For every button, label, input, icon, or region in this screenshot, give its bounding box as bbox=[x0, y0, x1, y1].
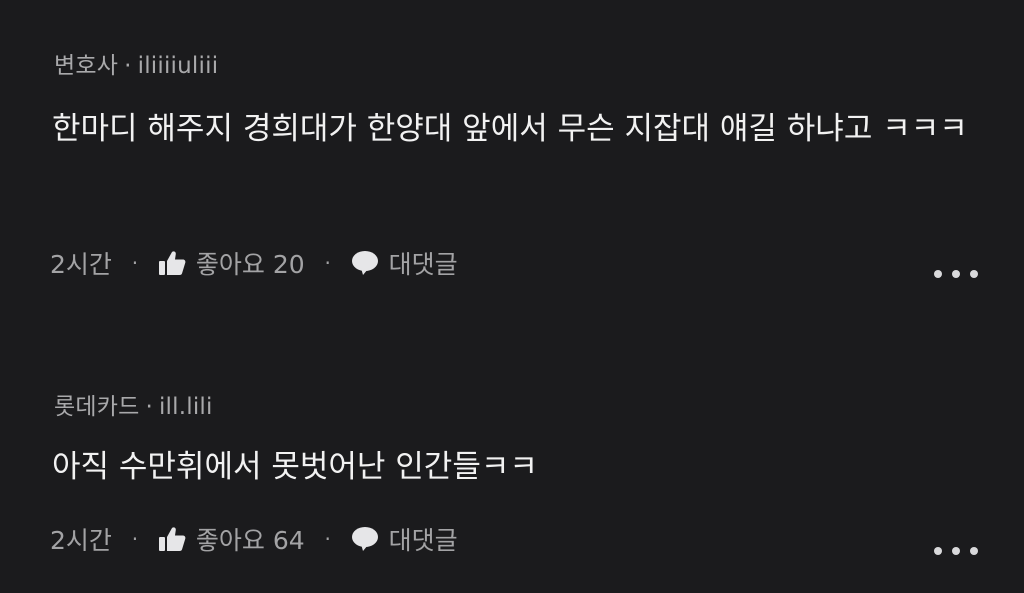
more-dots-icon bbox=[970, 270, 978, 278]
more-dots-icon bbox=[970, 547, 978, 555]
comment-text: 아직 수만휘에서 못벗어난 인간들ㅋㅋ bbox=[52, 449, 538, 485]
more-options-button[interactable] bbox=[934, 541, 978, 561]
user-id: iliiiiuliii bbox=[137, 53, 219, 79]
comment-time: 2시간 bbox=[50, 526, 112, 555]
thumbs-up-icon bbox=[158, 251, 186, 275]
speech-bubble-icon bbox=[351, 251, 378, 275]
reply-label: 대댓글 bbox=[388, 250, 458, 279]
author-name[interactable]: 변호사 bbox=[54, 53, 118, 79]
comment-actions: 2시간 · 좋아요 20 · 대댓글 bbox=[50, 245, 458, 281]
comment-meta: 변호사 · iliiiiuliii bbox=[54, 46, 218, 80]
more-dots-icon bbox=[952, 547, 960, 555]
thumbs-up-icon bbox=[158, 527, 186, 551]
comment-meta: 롯데카드 · ill.lili bbox=[54, 387, 213, 421]
like-button[interactable]: 좋아요 64 bbox=[158, 521, 305, 557]
meta-separator: · bbox=[124, 53, 132, 79]
action-separator: · bbox=[131, 251, 139, 275]
action-separator: · bbox=[324, 527, 331, 551]
reply-button[interactable]: 대댓글 bbox=[351, 245, 458, 281]
likes-label: 좋아요 20 bbox=[195, 250, 305, 279]
likes-label: 좋아요 64 bbox=[195, 526, 305, 555]
more-dots-icon bbox=[952, 270, 960, 278]
author-name[interactable]: 롯데카드 bbox=[54, 394, 139, 420]
like-button[interactable]: 좋아요 20 bbox=[158, 245, 305, 281]
speech-bubble-icon bbox=[351, 527, 378, 551]
comment-text: 한마디 해주지 경희대가 한양대 앞에서 무슨 지잡대 얘길 하냐고 ㅋㅋㅋ bbox=[52, 111, 968, 147]
reply-label: 대댓글 bbox=[388, 526, 458, 555]
action-separator: · bbox=[324, 251, 331, 275]
comment-time: 2시간 bbox=[50, 250, 112, 279]
comment-actions: 2시간 · 좋아요 64 · 대댓글 bbox=[50, 521, 458, 557]
more-options-button[interactable] bbox=[934, 264, 978, 284]
reply-button[interactable]: 대댓글 bbox=[351, 521, 458, 557]
meta-separator: · bbox=[145, 394, 153, 420]
user-id: ill.lili bbox=[158, 394, 213, 420]
action-separator: · bbox=[131, 527, 139, 551]
more-dots-icon bbox=[934, 547, 942, 555]
more-dots-icon bbox=[934, 270, 942, 278]
